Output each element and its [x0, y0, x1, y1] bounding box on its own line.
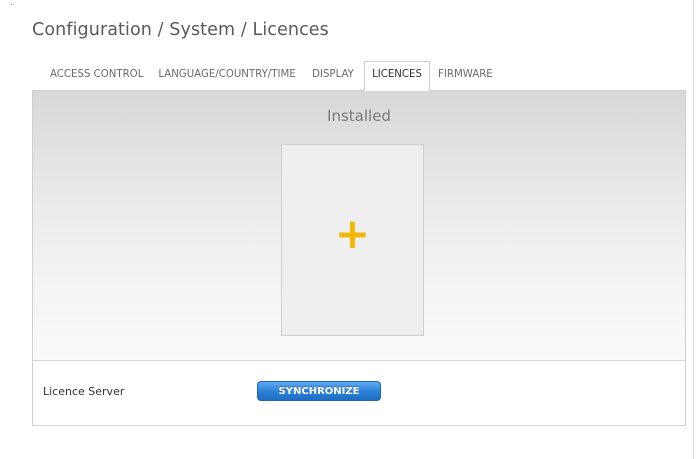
installed-section: Installed +	[33, 91, 685, 361]
tab-access-control[interactable]: ACCESS CONTROL	[50, 62, 143, 91]
tab-display[interactable]: DISPLAY	[311, 62, 355, 91]
licences-panel: Installed + Licence Server SYNCHRONIZE	[32, 90, 686, 426]
plus-icon: +	[334, 209, 371, 258]
synchronize-button[interactable]: SYNCHRONIZE	[257, 381, 381, 401]
corner-dot	[11, 4, 12, 5]
add-licence-tile[interactable]: +	[281, 144, 424, 336]
installed-heading: Installed	[327, 107, 391, 125]
licence-server-label: Licence Server	[43, 385, 125, 398]
scrollbar-edge	[693, 0, 694, 459]
tab-firmware[interactable]: FIRMWARE	[438, 62, 493, 91]
page-title: Configuration / System / Licences	[32, 20, 329, 40]
tab-licences[interactable]: LICENCES	[364, 61, 430, 91]
tab-language-country-time[interactable]: LANGUAGE/COUNTRY/TIME	[157, 62, 297, 91]
